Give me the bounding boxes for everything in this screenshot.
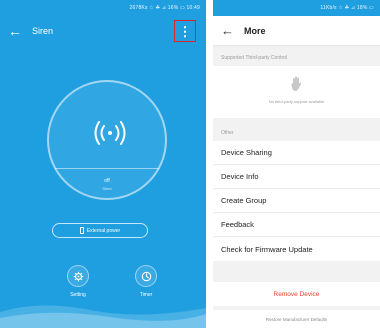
third-party-panel: No third-party support available <box>213 66 380 118</box>
power-source-badge: External power <box>52 223 148 238</box>
ring-divider <box>55 168 159 169</box>
setting-button[interactable]: Setting <box>58 265 98 298</box>
section-label-other: Other <box>221 130 234 136</box>
app-bar: ← Siren ⋮ <box>0 16 206 46</box>
section-label-third-party: Supported Third-party Control <box>221 55 288 61</box>
status-text: 11Kb/s ☆ ☘ ⊿ 18% ▭ <box>320 5 374 11</box>
options-list: Device Sharing Device Info Create Group … <box>213 141 380 261</box>
page-title: Siren <box>32 26 54 36</box>
third-party-note: No third-party support available <box>268 99 325 104</box>
power-label: External power <box>86 227 121 234</box>
siren-device-screen: 2678Ks ☆ ☘ ⊿ 16% ▭ 10:49 ← Siren ⋮ off S… <box>0 0 206 328</box>
clock-icon <box>135 265 157 287</box>
app-bar: ← More <box>213 16 380 46</box>
restore-defaults-button[interactable]: Restore Manufacturer Defaults <box>213 310 380 328</box>
feedback-item[interactable]: Feedback <box>213 213 380 237</box>
hand-icon <box>291 76 302 91</box>
more-vertical-icon: ⋮ <box>178 23 192 39</box>
more-menu-button[interactable]: ⋮ <box>174 20 196 42</box>
firmware-update-item[interactable]: Check for Firmware Update <box>213 237 380 261</box>
battery-icon <box>79 227 84 234</box>
status-text: 2678Ks ☆ ☘ ⊿ 16% ▭ 10:49 <box>129 5 200 11</box>
siren-state: off <box>104 178 110 184</box>
siren-toggle-ring[interactable]: off Siren <box>47 80 167 200</box>
decorative-wave <box>0 305 206 328</box>
siren-state-sub: Siren <box>102 186 112 191</box>
status-bar: 11Kb/s ☆ ☘ ⊿ 18% ▭ <box>213 0 380 16</box>
more-settings-screen: 11Kb/s ☆ ☘ ⊿ 18% ▭ ← More Supported Thir… <box>213 0 380 328</box>
back-arrow-icon[interactable]: ← <box>8 24 22 38</box>
wave-signal-icon <box>94 121 126 145</box>
remove-device-button[interactable]: Remove Device <box>213 282 380 306</box>
device-info-item[interactable]: Device Info <box>213 165 380 189</box>
timer-button[interactable]: Timer <box>126 265 166 298</box>
status-bar: 2678Ks ☆ ☘ ⊿ 16% ▭ 10:49 <box>0 0 206 16</box>
back-arrow-icon[interactable]: ← <box>221 24 234 37</box>
gear-icon <box>67 265 89 287</box>
device-sharing-item[interactable]: Device Sharing <box>213 141 380 165</box>
page-title: More <box>244 25 266 36</box>
create-group-item[interactable]: Create Group <box>213 189 380 213</box>
